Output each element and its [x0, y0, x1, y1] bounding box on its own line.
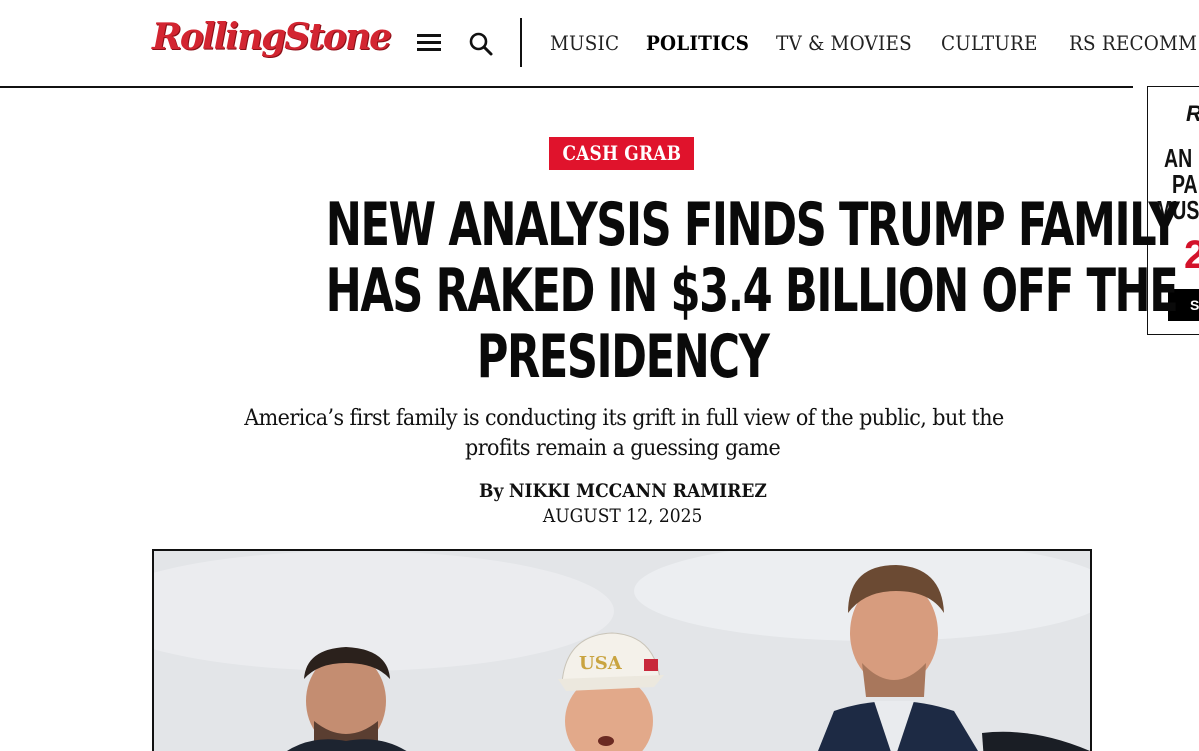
- cap-text: USA: [579, 653, 623, 674]
- hero-image[interactable]: USA: [152, 549, 1092, 751]
- ad-number: 2: [1184, 235, 1199, 275]
- search-icon[interactable]: [467, 30, 495, 58]
- site-header: RollingStone MUSIC POLITICS TV & MOVIES …: [0, 0, 1199, 88]
- dek-line: profits remain a guessing game: [465, 436, 781, 461]
- headline-line: HAS RAKED IN $3.4 BILLION OFF THE: [325, 256, 1179, 326]
- byline: By NIKKI MCCANN RAMIREZ: [360, 478, 886, 504]
- byline-prefix: By: [479, 480, 504, 502]
- hero-photo-illustration: USA: [154, 551, 1090, 751]
- nav-item-rs-recommends[interactable]: RS RECOMM: [1069, 28, 1197, 58]
- nav-item-politics[interactable]: POLITICS: [646, 28, 749, 58]
- dek-line: America’s first family is conducting its…: [244, 406, 1004, 431]
- ad-text-line: AN: [1164, 143, 1193, 173]
- nav-item-tv-movies[interactable]: TV & MOVIES: [776, 28, 912, 58]
- category-tag-label: CASH GRAB: [562, 141, 681, 165]
- article-dek: America’s first family is conducting its…: [220, 404, 1026, 464]
- nav-item-music[interactable]: MUSIC: [550, 28, 619, 58]
- headline-line: PRESIDENCY: [477, 322, 770, 392]
- header-rule: [0, 86, 1133, 88]
- header-divider: [520, 18, 522, 67]
- category-tag[interactable]: CASH GRAB: [549, 137, 694, 170]
- author-link[interactable]: NIKKI MCCANN RAMIREZ: [509, 480, 767, 502]
- publish-date: AUGUST 12, 2025: [360, 503, 886, 529]
- article-headline: NEW ANALYSIS FINDS TRUMP FAMILY HAS RAKE…: [160, 192, 1180, 392]
- hamburger-menu-icon[interactable]: [417, 34, 441, 52]
- publish-date-text: AUGUST 12, 2025: [543, 505, 703, 527]
- headline-line: NEW ANALYSIS FINDS TRUMP FAMILY: [325, 190, 1180, 260]
- ad-logo: R: [1186, 101, 1199, 127]
- nav-item-culture[interactable]: CULTURE: [941, 28, 1038, 58]
- rolling-stone-logo[interactable]: RollingStone: [152, 12, 392, 62]
